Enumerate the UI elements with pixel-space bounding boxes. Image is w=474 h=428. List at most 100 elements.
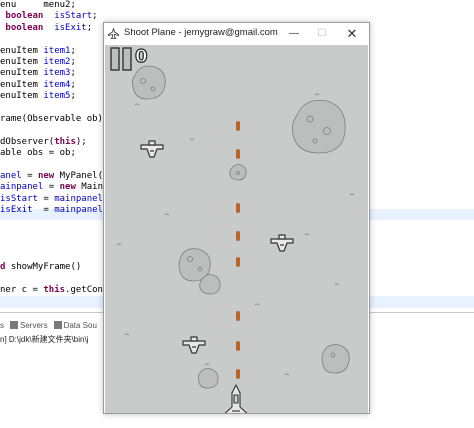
data-source-icon [53,321,62,329]
stone [229,164,247,181]
code-line: enuItem item3; [0,68,76,79]
maximize-button[interactable]: ☐ [307,23,337,44]
code-line: able obs = ob; [0,148,76,159]
code-token: item4 [43,79,71,90]
code-line: anel = new MyPanel() [0,171,108,182]
code-token: ner c = [0,285,44,295]
minimize-button[interactable]: — [279,23,309,44]
game-window[interactable]: Shoot Plane - jemygraw@gmail.com — ☐ ✕ 0 [103,22,370,414]
code-token: mainpanel [54,193,103,204]
code-token: able obs = ob; [0,148,76,159]
code-line: enuItem item4; [0,80,76,91]
code-line: d showMyFrame() [0,262,81,273]
code-token: isExit [54,22,87,33]
code-token: ; [92,11,98,22]
code-line: ainpanel = new MainP [0,182,108,193]
tab-servers[interactable]: Servers [10,321,48,330]
tab-label: Data Sou [63,320,97,330]
stone [131,65,166,100]
stone [321,344,350,374]
code-line: boolean isStart; [0,11,98,22]
code-token: ; [70,79,76,90]
title-bar[interactable]: Shoot Plane - jemygraw@gmail.com — ☐ ✕ [104,23,369,44]
code-line: enuItem item5; [0,91,76,102]
stone [198,368,219,389]
code-token: item1 [43,45,71,56]
bullet [236,149,240,159]
code-token: enuItem [0,79,44,90]
code-token: isExit [0,205,33,216]
window-title: Shoot Plane - jemygraw@gmail.com [124,27,278,38]
code-token: item5 [43,91,71,102]
enemy-plane [140,140,164,158]
code-token: isStart [54,11,93,22]
code-token: isStart [0,193,38,204]
code-token: ); [75,136,87,147]
code-token: boolean [0,11,44,22]
bullet-column [236,121,240,379]
code-token: boolean [0,22,44,33]
close-button[interactable]: ✕ [337,23,367,44]
code-token: item3 [43,68,71,79]
code-token: anel [0,171,22,181]
code-token: new [37,171,55,181]
code-token: this [54,136,76,147]
bullet [236,231,240,241]
code-token: MyPanel() [54,171,109,181]
code-line: enu menu2; [0,0,76,11]
game-canvas[interactable]: 0 [105,45,368,413]
code-token: enu menu2; [0,0,76,10]
bullet [236,369,240,379]
code-token: .getCont [65,285,109,295]
servers-icon [10,321,18,329]
plane-app-icon [108,28,119,39]
code-token: enuItem [0,45,44,56]
pause-icon[interactable] [110,47,134,71]
tab-problems[interactable]: s [0,321,4,330]
score-display: 0 [134,45,148,67]
code-line: dObserver(this); [0,137,87,148]
bullet [236,121,240,131]
code-line: isExit = mainpanel.i [0,205,114,216]
code-token: enuItem [0,91,44,102]
bullet [236,311,240,321]
game-scene [116,65,355,413]
tab-label: s [0,320,4,330]
code-token: ; [70,57,76,67]
bullet [236,257,240,267]
code-line: isStart = mainpanel.g [0,194,114,205]
code-line: enuItem item1; // [0,46,114,57]
code-token: ainpanel [0,182,44,193]
code-token: mainpanel [54,205,103,216]
code-line: rame(Observable ob) [0,114,103,125]
bullet [236,341,240,351]
code-token: enuItem [0,57,44,67]
code-line: enuItem item2; [0,57,76,68]
enemy-plane [182,336,206,354]
code-token: = [37,193,55,204]
console-output: n] D:\jdk\新建文件夹\bin\j [0,335,89,344]
code-token: item2 [43,57,71,67]
stone [292,99,346,154]
code-token: ; [86,22,93,33]
code-token: this [43,285,66,295]
code-line: ner c = this.getCont [0,285,108,296]
bullet [236,203,240,213]
code-token: rame(Observable ob) [0,114,103,124]
code-token: = [21,171,38,181]
code-token: enuItem [0,68,44,79]
code-token: ; [70,68,76,79]
enemy-plane [270,234,294,252]
tab-data-source[interactable]: Data Sou [53,320,97,330]
tab-label: Servers [20,320,48,330]
code-token: new [59,182,76,193]
code-token: = [32,205,55,216]
code-line: boolean isExit; [0,23,92,34]
code-token: = [43,182,60,193]
player-plane [224,384,248,413]
panel-tabs: s Servers Data Sou [0,318,97,332]
code-token: ; [70,91,76,102]
code-token: dObserver( [0,136,55,147]
